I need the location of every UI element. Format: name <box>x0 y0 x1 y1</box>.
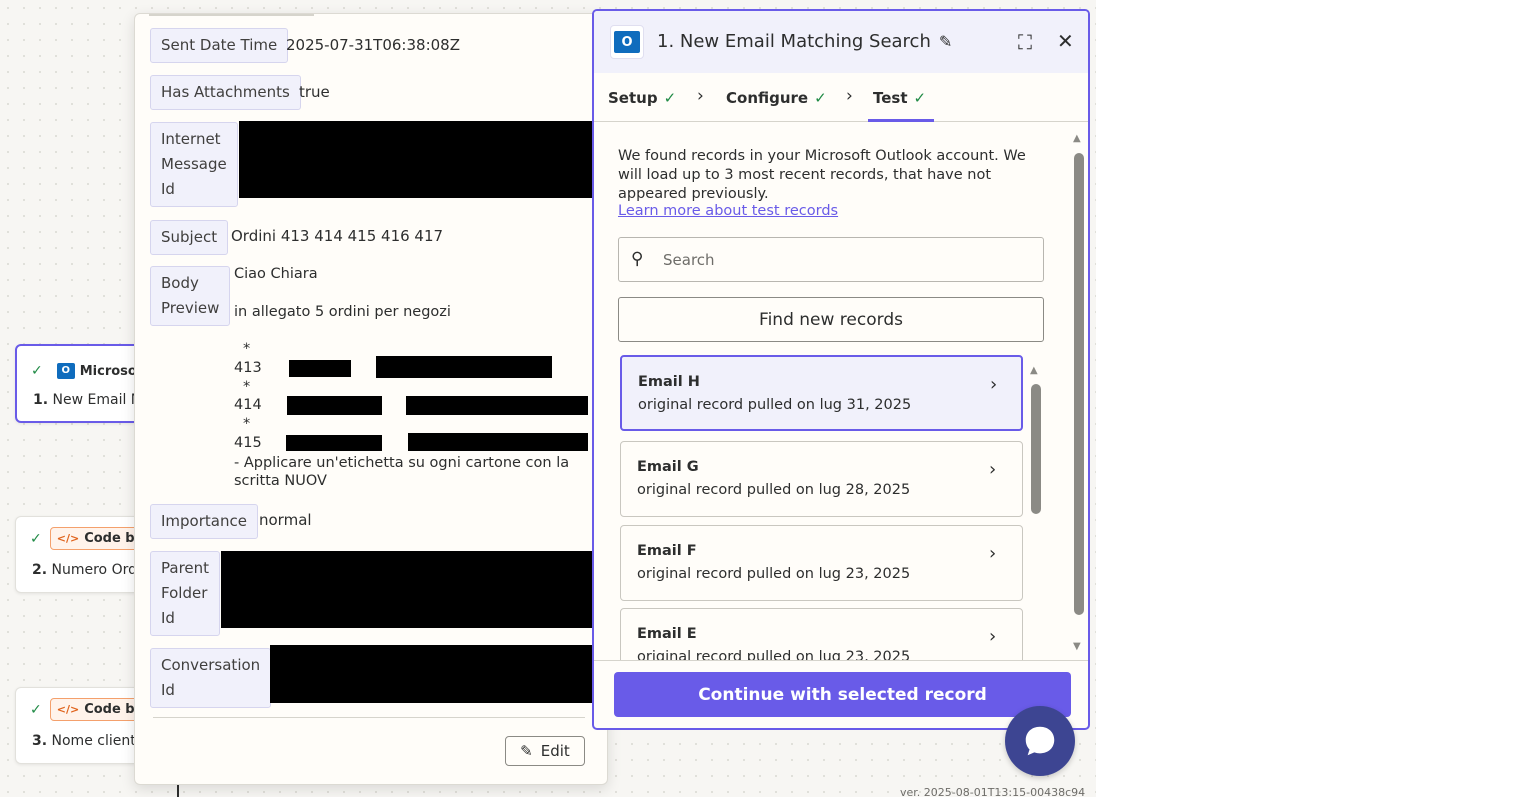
record-desc: original record pulled on lug 23, 2025 <box>637 649 911 660</box>
field-value-sent-date: 2025-07-31T06:38:08Z <box>286 36 460 54</box>
search-icon: ⚲ <box>631 249 644 269</box>
field-label-internet-message-id: Internet Message Id <box>150 122 238 207</box>
panel-title[interactable]: 1. New Email Matching Search ✎ <box>657 31 952 52</box>
record-desc: original record pulled on lug 23, 2025 <box>637 566 911 582</box>
field-value-has-attachments: true <box>299 83 330 101</box>
active-tab-indicator <box>868 119 934 122</box>
scroll-up-arrow[interactable]: ▲ <box>1073 133 1081 144</box>
bullet: * <box>243 341 251 357</box>
tab-configure[interactable]: Configure ✓ <box>726 89 827 107</box>
chevron-right-icon: › <box>697 86 704 106</box>
record-data-popup: Sent Date Time 2025-07-31T06:38:08Z Has … <box>134 13 608 785</box>
step-title: 1. New Email M <box>33 392 143 408</box>
pencil-icon[interactable]: ✎ <box>939 32 952 51</box>
record-item[interactable]: Email F original record pulled on lug 23… <box>620 525 1023 601</box>
chevron-right-icon: › <box>990 374 998 395</box>
redacted-value <box>406 396 588 415</box>
chevron-right-icon: › <box>989 626 997 647</box>
chevron-right-icon: › <box>989 459 997 480</box>
popup-top-divider <box>149 14 314 16</box>
record-item[interactable]: Email G original record pulled on lug 28… <box>620 441 1023 517</box>
check-icon: ✓ <box>663 89 677 107</box>
body-intro: in allegato 5 ordini per negozi <box>234 304 451 320</box>
record-desc: original record pulled on lug 31, 2025 <box>638 397 912 413</box>
step-tabs: Setup ✓ › Configure ✓ › Test ✓ <box>594 73 1088 122</box>
footer-divider <box>594 660 1088 661</box>
check-icon: ✓ <box>913 89 927 107</box>
search-field[interactable]: ⚲ <box>618 237 1044 282</box>
field-label-parent-folder-id: Parent Folder Id <box>150 551 221 636</box>
intro-text: We found records in your Microsoft Outlo… <box>618 148 1026 202</box>
redacted-value <box>221 551 597 628</box>
field-label-has-attachments: Has Attachments <box>150 75 301 110</box>
body-note: - Applicare un'etichetta su ogni cartone… <box>234 455 570 471</box>
bullet: * <box>243 416 251 432</box>
chat-icon <box>1025 726 1055 756</box>
redacted-value <box>286 435 382 451</box>
record-item[interactable]: Email E original record pulled on lug 23… <box>620 608 1023 660</box>
record-name: Email F <box>637 543 697 559</box>
version-text: ver. 2025-08-01T13:15-00438c94 <box>900 786 1086 797</box>
outlook-icon: O <box>56 363 75 379</box>
blank-area <box>1096 0 1522 797</box>
record-name: Email E <box>637 626 697 642</box>
redacted-value <box>239 121 599 198</box>
step-editor-panel: O 1. New Email Matching Search ✎ ⛶ ✕ Setu… <box>592 9 1090 730</box>
scroll-down-arrow[interactable]: ▼ <box>1073 641 1081 652</box>
records-list: Email H original record pulled on lug 31… <box>618 355 1026 660</box>
scroll-up-arrow[interactable]: ▲ <box>1030 365 1038 376</box>
learn-more-link[interactable]: Learn more about test records <box>618 203 838 219</box>
edit-label: Edit <box>540 742 570 760</box>
order-number: 415 <box>234 435 262 451</box>
edit-button[interactable]: ✎ Edit <box>505 736 585 766</box>
field-label-importance: Importance <box>150 504 258 539</box>
record-name: Email G <box>637 459 699 475</box>
record-desc: original record pulled on lug 28, 2025 <box>637 482 911 498</box>
panel-scrollbar[interactable] <box>1074 153 1084 615</box>
redacted-value <box>376 356 552 378</box>
body-note: scritta NUOV <box>234 473 327 489</box>
field-value-importance: normal <box>259 511 312 529</box>
continue-button[interactable]: Continue with selected record <box>614 672 1071 717</box>
check-icon: ✓ <box>31 363 43 379</box>
check-icon: ✓ <box>30 530 42 547</box>
redacted-value <box>287 396 382 415</box>
field-label-body-preview: Body Preview <box>150 266 231 326</box>
order-number: 413 <box>234 360 262 376</box>
chat-button[interactable] <box>1005 706 1075 776</box>
panel-header: O 1. New Email Matching Search ✎ ⛶ ✕ <box>594 11 1088 73</box>
field-label-conversation-id: Conversation Id <box>150 648 272 708</box>
step-title: 2. Numero Ordi <box>32 562 141 578</box>
chevron-right-icon: › <box>846 86 853 106</box>
outlook-icon: O <box>610 25 644 59</box>
code-icon: </> <box>56 532 80 545</box>
pencil-icon: ✎ <box>520 742 533 760</box>
field-value-subject: Ordini 413 414 415 416 417 <box>231 227 444 245</box>
check-icon: ✓ <box>814 89 827 107</box>
field-label-subject: Subject <box>150 220 229 255</box>
expand-icon[interactable]: ⛶ <box>1018 30 1032 54</box>
record-item[interactable]: Email H original record pulled on lug 31… <box>620 355 1023 431</box>
record-name: Email H <box>638 374 700 390</box>
body-greeting: Ciao Chiara <box>234 266 318 282</box>
bullet: * <box>243 379 251 395</box>
redacted-value <box>408 433 588 451</box>
redacted-value <box>270 645 594 703</box>
check-icon: ✓ <box>30 701 42 718</box>
tab-test[interactable]: Test ✓ <box>873 89 926 107</box>
popup-divider <box>153 717 585 718</box>
order-number: 414 <box>234 397 262 413</box>
code-icon: </> <box>56 703 80 716</box>
find-new-records-button[interactable]: Find new records <box>618 297 1044 342</box>
field-label-sent-date: Sent Date Time <box>150 28 289 63</box>
close-icon[interactable]: ✕ <box>1057 29 1074 53</box>
chevron-right-icon: › <box>989 543 997 564</box>
step-title: 3. Nome clienti <box>32 733 140 749</box>
records-scrollbar[interactable] <box>1031 384 1041 514</box>
search-input[interactable] <box>663 248 1023 272</box>
tab-setup[interactable]: Setup ✓ <box>608 89 676 107</box>
redacted-value <box>289 360 351 377</box>
